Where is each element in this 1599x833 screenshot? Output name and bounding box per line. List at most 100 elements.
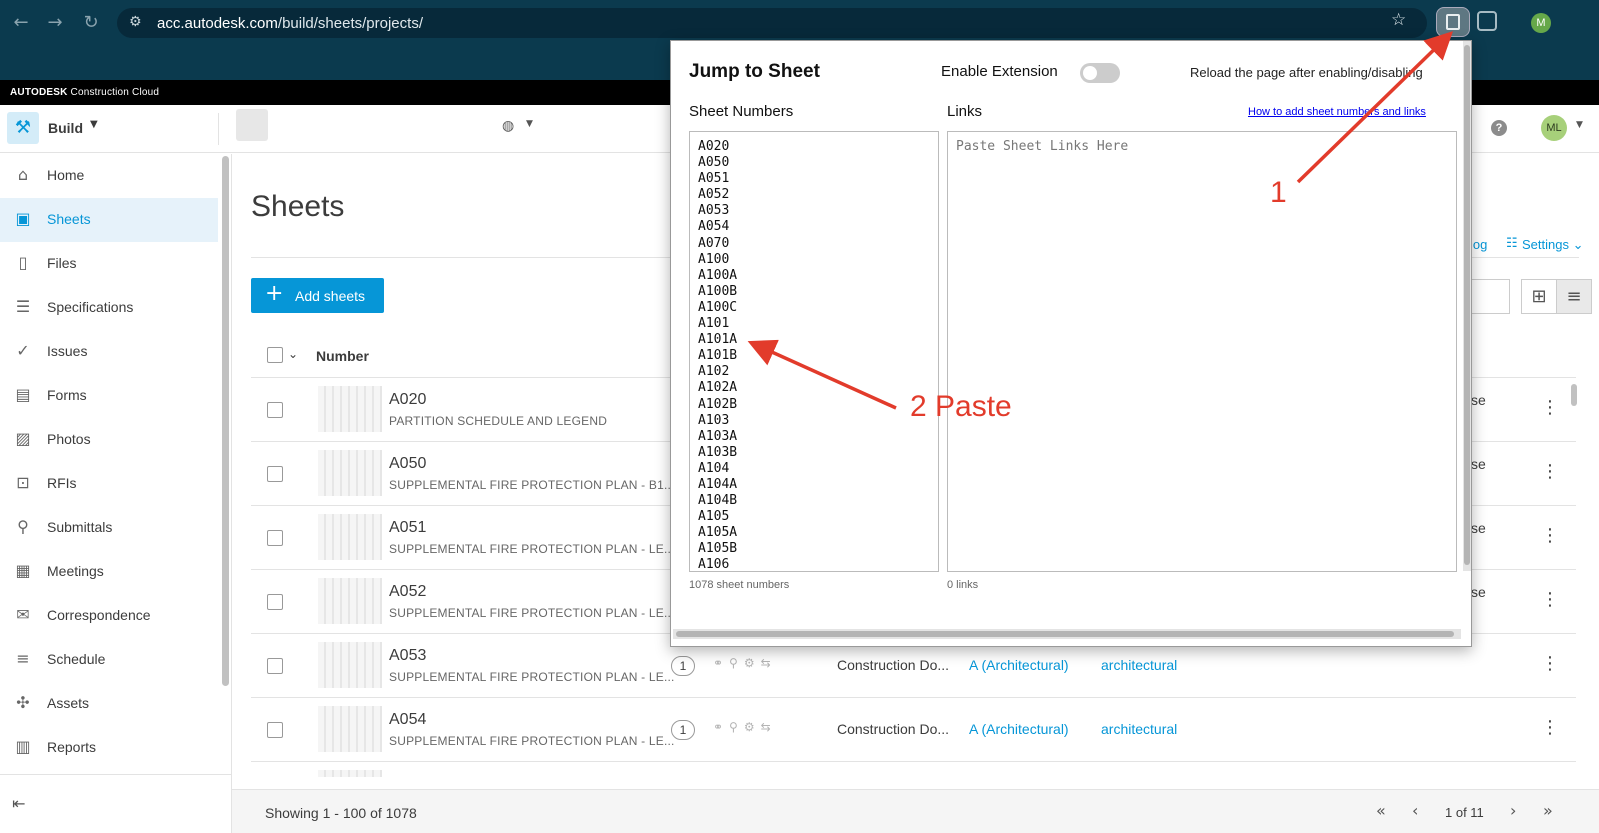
textarea-scrollbar[interactable]	[938, 132, 939, 148]
first-page-icon[interactable]: «	[1376, 801, 1386, 820]
bookmark-star-icon[interactable]: ☆	[1391, 10, 1406, 30]
sidebar-item-files[interactable]: ▯ Files	[0, 242, 218, 286]
sidebar-item-meetings[interactable]: ▦ Meetings	[0, 550, 218, 594]
build-hammer-icon[interactable]: ⚒	[7, 112, 39, 144]
row-checkbox[interactable]	[267, 402, 283, 418]
column-header-number[interactable]: Number	[316, 348, 369, 364]
sheet-number[interactable]: A052	[389, 583, 426, 601]
row-checkbox[interactable]	[267, 466, 283, 482]
chevron-down-icon[interactable]: ⌄	[288, 347, 298, 361]
sheet-thumbnail[interactable]	[318, 770, 382, 777]
tag-link[interactable]: architectural	[1101, 721, 1177, 737]
help-icon[interactable]: ?	[1491, 120, 1507, 136]
sheet-number[interactable]: A051	[389, 519, 426, 537]
jump-to-sheet-extension-icon[interactable]	[1436, 7, 1470, 37]
site-settings-icon[interactable]: ⚙	[129, 14, 142, 30]
address-bar[interactable]: ⚙ acc.autodesk.com/build/sheets/projects…	[117, 8, 1427, 38]
sidebar-item-submittals[interactable]: ⚲ Submittals	[0, 506, 218, 550]
discipline-link[interactable]: A (Architectural)	[969, 721, 1069, 737]
row-action-icons[interactable]: ⚭⚲⚙⇆	[713, 656, 777, 670]
sheet-number[interactable]: A070	[389, 775, 426, 777]
extensions-puzzle-icon[interactable]	[1477, 11, 1497, 31]
sheet-numbers-textarea[interactable]: A020 A050 A051 A052 A053 A054 A070 A100 …	[689, 131, 939, 572]
sheet-title: SUPPLEMENTAL FIRE PROTECTION PLAN - LE..…	[389, 670, 675, 684]
version-badge[interactable]: 1	[671, 656, 695, 676]
browser-profile-avatar[interactable]: M	[1531, 13, 1551, 33]
howto-link[interactable]: How to add sheet numbers and links	[1248, 106, 1426, 118]
sliders-icon[interactable]: ☷	[1506, 236, 1518, 251]
more-options-icon[interactable]: ⋮	[1541, 461, 1559, 482]
sheet-title: SUPPLEMENTAL FIRE PROTECTION PLAN - LE..…	[389, 734, 675, 748]
page-indicator: 1 of 11	[1445, 805, 1484, 820]
forward-icon[interactable]: →	[42, 10, 68, 36]
select-all-checkbox[interactable]	[267, 347, 283, 363]
table-scrollbar[interactable]	[1571, 384, 1577, 406]
sheet-thumbnail[interactable]	[318, 386, 382, 432]
sidebar-scrollbar[interactable]	[222, 156, 229, 686]
user-avatar[interactable]: ML	[1541, 115, 1567, 141]
jump-to-sheet-popup: Jump to Sheet Enable Extension Reload th…	[670, 40, 1472, 647]
globe-icon[interactable]: ◍	[502, 118, 514, 134]
row-checkbox[interactable]	[267, 722, 283, 738]
reload-icon[interactable]: ↻	[78, 10, 104, 36]
more-options-icon[interactable]: ⋮	[1541, 717, 1559, 738]
more-options-icon[interactable]: ⋮	[1541, 653, 1559, 674]
sidebar-item-rfis[interactable]: ⊡ RFIs	[0, 462, 218, 506]
prev-page-icon[interactable]: ‹	[1412, 801, 1418, 820]
next-page-icon[interactable]: ›	[1510, 801, 1516, 820]
sheet-numbers-label: Sheet Numbers	[689, 103, 794, 120]
back-icon[interactable]: ←	[8, 10, 34, 36]
chevron-down-icon[interactable]: ▼	[90, 119, 98, 130]
sidebar-item-assets[interactable]: ✣ Assets	[0, 682, 218, 726]
sidebar-item-specifications[interactable]: ☰ Specifications	[0, 286, 218, 330]
last-page-icon[interactable]: »	[1543, 801, 1553, 820]
sheet-number[interactable]: A054	[389, 711, 426, 729]
enable-extension-toggle[interactable]	[1080, 63, 1120, 83]
add-sheets-label: Add sheets	[295, 288, 366, 304]
sheet-number[interactable]: A050	[389, 455, 426, 473]
url-text[interactable]: acc.autodesk.com/build/sheets/projects/	[157, 15, 423, 32]
settings-dropdown[interactable]: Settings ⌄	[1522, 237, 1584, 253]
sidebar-item-reports[interactable]: ▥ Reports	[0, 726, 218, 770]
module-switcher[interactable]: Build	[48, 120, 83, 136]
sheet-number[interactable]: A053	[389, 647, 426, 665]
sidebar-item-correspondence[interactable]: ✉ Correspondence	[0, 594, 218, 638]
chevron-down-icon[interactable]: ▼	[526, 119, 533, 129]
sidebar-item-photos[interactable]: ▨ Photos	[0, 418, 218, 462]
row-checkbox[interactable]	[267, 658, 283, 674]
log-link[interactable]: log	[1470, 237, 1487, 252]
sheet-thumbnail[interactable]	[318, 514, 382, 560]
version-badge[interactable]: 1	[671, 720, 695, 740]
status-fragment: se	[1471, 584, 1486, 600]
row-checkbox[interactable]	[267, 530, 283, 546]
sidebar-item-issues[interactable]: ✓ Issues	[0, 330, 218, 374]
table-row[interactable]: A054 SUPPLEMENTAL FIRE PROTECTION PLAN - …	[251, 697, 1576, 761]
sidebar-item-sheets[interactable]: ▣ Sheets	[0, 198, 218, 242]
sheet-thumbnail[interactable]	[318, 578, 382, 624]
row-action-icons[interactable]: ⚭⚲⚙⇆	[713, 720, 777, 734]
popup-horizontal-scrollbar[interactable]	[673, 629, 1461, 639]
chevron-down-icon[interactable]: ▼	[1576, 120, 1583, 130]
divider	[218, 113, 219, 145]
sheet-number[interactable]: A020	[389, 391, 426, 409]
discipline-link[interactable]: A (Architectural)	[969, 657, 1069, 673]
popup-vertical-scrollbar[interactable]	[1463, 41, 1471, 571]
sheet-thumbnail[interactable]	[318, 642, 382, 688]
grid-view-icon[interactable]: ⊞	[1521, 279, 1557, 314]
project-thumbnail[interactable]	[236, 109, 268, 141]
more-options-icon[interactable]: ⋮	[1541, 397, 1559, 418]
tag-link[interactable]: architectural	[1101, 657, 1177, 673]
sheet-thumbnail[interactable]	[318, 450, 382, 496]
sidebar-item-schedule[interactable]: ≡ Schedule	[0, 638, 218, 682]
sidebar-item-home[interactable]: ⌂ Home	[0, 154, 218, 198]
sidebar-item-forms[interactable]: ▤ Forms	[0, 374, 218, 418]
list-view-icon[interactable]: ≡	[1556, 279, 1592, 314]
add-sheets-button[interactable]: + Add sheets	[251, 278, 384, 313]
more-options-icon[interactable]: ⋮	[1541, 525, 1559, 546]
table-row[interactable]: A070⋮	[251, 761, 1576, 777]
sheet-thumbnail[interactable]	[318, 706, 382, 752]
links-textarea[interactable]: Paste Sheet Links Here	[947, 131, 1457, 572]
more-options-icon[interactable]: ⋮	[1541, 589, 1559, 610]
row-checkbox[interactable]	[267, 594, 283, 610]
collapse-sidebar-icon[interactable]: ⇤	[12, 794, 25, 813]
